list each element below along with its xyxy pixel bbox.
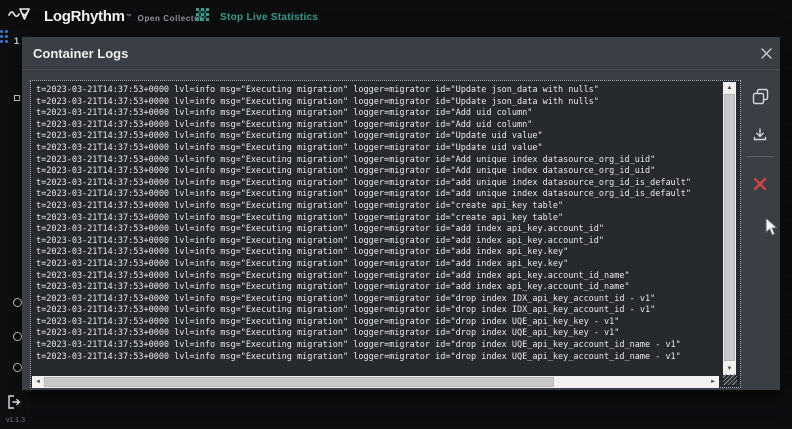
trademark: ™ bbox=[126, 14, 132, 20]
log-line: t=2023-03-21T14:37:53+0000 lvl=info msg=… bbox=[36, 317, 718, 329]
log-line: t=2023-03-21T14:37:53+0000 lvl=info msg=… bbox=[36, 201, 718, 213]
product-name: Open Collector bbox=[138, 14, 204, 23]
grid-dots-icon bbox=[196, 8, 209, 26]
sidebar-item-top-icon[interactable]: 1 bbox=[14, 36, 19, 46]
log-line: t=2023-03-21T14:37:53+0000 lvl=info msg=… bbox=[36, 236, 718, 248]
logout-icon[interactable] bbox=[6, 394, 22, 415]
app-version: v1.1.3 bbox=[6, 417, 25, 424]
log-line: t=2023-03-21T14:37:53+0000 lvl=info msg=… bbox=[36, 305, 718, 317]
log-line: t=2023-03-21T14:37:53+0000 lvl=info msg=… bbox=[36, 271, 718, 283]
log-line: t=2023-03-21T14:37:53+0000 lvl=info msg=… bbox=[36, 259, 718, 271]
dialog-title: Container Logs bbox=[33, 46, 128, 61]
app-header: LogRhythm ™ Open Collector Stop Live Sta… bbox=[0, 0, 792, 30]
log-line: t=2023-03-21T14:37:53+0000 lvl=info msg=… bbox=[36, 131, 718, 143]
log-line: t=2023-03-21T14:37:53+0000 lvl=info msg=… bbox=[36, 294, 718, 306]
download-icon[interactable] bbox=[750, 125, 770, 145]
vertical-scroll-thumb[interactable] bbox=[724, 94, 735, 361]
scroll-left-arrow-icon[interactable]: ◄ bbox=[32, 376, 44, 388]
dialog-header: Container Logs bbox=[22, 37, 780, 70]
horizontal-scrollbar[interactable]: ◄ ► bbox=[32, 376, 719, 388]
remove-container-icon[interactable] bbox=[750, 174, 770, 194]
scroll-up-arrow-icon[interactable]: ▲ bbox=[723, 82, 736, 94]
log-lines: t=2023-03-21T14:37:53+0000 lvl=info msg=… bbox=[31, 81, 718, 373]
log-line: t=2023-03-21T14:37:53+0000 lvl=info msg=… bbox=[36, 108, 718, 120]
resize-grip[interactable] bbox=[723, 374, 737, 385]
container-logs-dialog: Container Logs t=2023-03-21T14:37:53+000… bbox=[22, 37, 780, 390]
sidebar-lower-icon-1[interactable] bbox=[13, 298, 22, 307]
log-line: t=2023-03-21T14:37:53+0000 lvl=info msg=… bbox=[36, 213, 718, 225]
rail-divider bbox=[746, 156, 774, 157]
apps-dots-icon[interactable] bbox=[0, 30, 9, 46]
log-line: t=2023-03-21T14:37:53+0000 lvl=info msg=… bbox=[36, 155, 718, 167]
mouse-cursor bbox=[765, 217, 779, 242]
close-icon[interactable] bbox=[756, 43, 776, 63]
log-line: t=2023-03-21T14:37:53+0000 lvl=info msg=… bbox=[36, 178, 718, 190]
log-line: t=2023-03-21T14:37:53+0000 lvl=info msg=… bbox=[36, 224, 718, 236]
logo: LogRhythm ™ Open Collector bbox=[8, 5, 203, 28]
log-line: t=2023-03-21T14:37:53+0000 lvl=info msg=… bbox=[36, 166, 718, 178]
log-line: t=2023-03-21T14:37:53+0000 lvl=info msg=… bbox=[36, 352, 718, 364]
log-line: t=2023-03-21T14:37:53+0000 lvl=info msg=… bbox=[36, 85, 718, 97]
log-line: t=2023-03-21T14:37:53+0000 lvl=info msg=… bbox=[36, 120, 718, 132]
sidebar-lower-icon-3[interactable] bbox=[13, 363, 22, 372]
log-line: t=2023-03-21T14:37:53+0000 lvl=info msg=… bbox=[36, 340, 718, 352]
log-line: t=2023-03-21T14:37:53+0000 lvl=info msg=… bbox=[36, 328, 718, 340]
sidebar-lower-icon-2[interactable] bbox=[13, 332, 22, 341]
logrhythm-logo-icon bbox=[8, 5, 38, 28]
log-line: t=2023-03-21T14:37:53+0000 lvl=info msg=… bbox=[36, 282, 718, 294]
log-line: t=2023-03-21T14:37:53+0000 lvl=info msg=… bbox=[36, 247, 718, 259]
sidebar-square-icon[interactable] bbox=[14, 95, 20, 101]
brand-name: LogRhythm bbox=[44, 8, 125, 25]
stop-live-statistics-label: Stop Live Statistics bbox=[220, 12, 318, 23]
log-line: t=2023-03-21T14:37:53+0000 lvl=info msg=… bbox=[36, 143, 718, 155]
log-line: t=2023-03-21T14:37:53+0000 lvl=info msg=… bbox=[36, 97, 718, 109]
copy-icon[interactable] bbox=[750, 86, 770, 106]
scroll-right-arrow-icon[interactable]: ► bbox=[707, 376, 719, 388]
log-viewer: t=2023-03-21T14:37:53+0000 lvl=info msg=… bbox=[30, 80, 741, 388]
log-line: t=2023-03-21T14:37:53+0000 lvl=info msg=… bbox=[36, 189, 718, 201]
vertical-scrollbar[interactable]: ▲ ▼ bbox=[723, 82, 736, 375]
horizontal-scroll-thumb[interactable] bbox=[44, 377, 554, 387]
stop-live-statistics-button[interactable]: Stop Live Statistics bbox=[196, 8, 318, 26]
